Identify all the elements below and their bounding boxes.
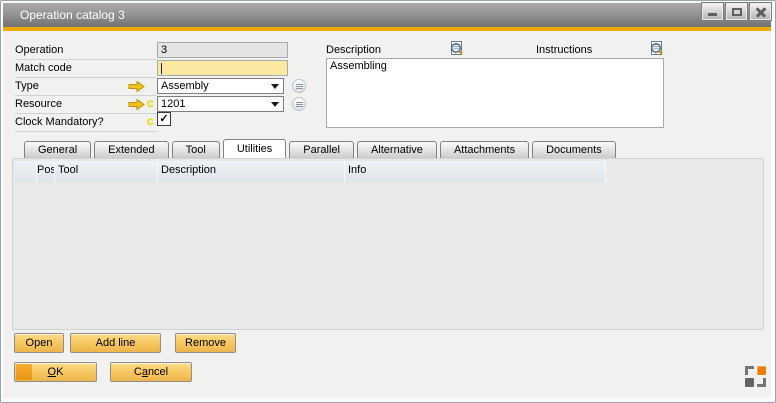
corner-bracket-top-left	[745, 366, 754, 375]
tab-documents[interactable]: Documents	[532, 141, 616, 158]
instructions-label: Instructions	[536, 44, 592, 56]
maximize-button[interactable]	[726, 3, 747, 20]
minimize-icon	[708, 13, 717, 16]
operation-catalog-window: Operation catalog 3 Operation Match code…	[0, 0, 776, 403]
clock-mandatory-label-row: Clock Mandatory?	[15, 114, 157, 132]
window-controls	[702, 3, 771, 20]
operation-input[interactable]	[157, 42, 288, 58]
description-preview-icon[interactable]	[448, 40, 465, 57]
resource-dropdown[interactable]: 1201	[157, 96, 284, 112]
column-header-info[interactable]: Info	[345, 161, 606, 182]
column-header-description[interactable]: Description	[158, 161, 345, 182]
tab-parallel[interactable]: Parallel	[289, 141, 354, 158]
clock-mandatory-label: Clock Mandatory?	[15, 116, 104, 128]
type-label: Type	[15, 80, 39, 92]
clock-mandatory-checkbox[interactable]: ✓	[157, 112, 171, 126]
tab-bar: General Extended Tool Utilities Parallel…	[24, 140, 616, 158]
chevron-down-icon	[271, 84, 279, 89]
column-header-tool[interactable]: Tool	[55, 161, 158, 182]
resource-label: Resource	[15, 98, 62, 110]
chevron-down-icon	[271, 102, 279, 107]
checkmark-icon: ✓	[159, 113, 168, 125]
description-textarea[interactable]: Assembling	[326, 58, 664, 128]
operation-label: Operation	[15, 44, 63, 56]
tab-alternative[interactable]: Alternative	[357, 141, 437, 158]
table-header-filler	[606, 161, 761, 182]
table-header-row: Pos Tool Description Info	[15, 161, 761, 182]
corner-bracket-bottom-right	[757, 378, 766, 387]
minimize-button[interactable]	[702, 3, 723, 20]
ok-button[interactable]: OK	[14, 362, 97, 382]
tab-tool[interactable]: Tool	[172, 141, 220, 158]
corner-dark-square	[745, 378, 754, 387]
ok-button-label: OK	[48, 366, 64, 378]
ok-button-default-marker	[16, 364, 32, 380]
add-line-button[interactable]: Add line	[70, 333, 161, 353]
type-choose-from-list-icon[interactable]	[292, 79, 306, 93]
match-code-input[interactable]	[157, 60, 288, 76]
form-settings-icon[interactable]	[745, 366, 766, 387]
operation-label-row: Operation	[15, 42, 157, 60]
remove-button[interactable]: Remove	[175, 333, 236, 353]
tab-utilities[interactable]: Utilities	[223, 139, 286, 158]
maximize-icon	[732, 8, 742, 16]
corner-orange-square	[757, 366, 766, 375]
text-caret	[161, 63, 162, 74]
open-button[interactable]: Open	[14, 333, 64, 353]
window-title: Operation catalog 3	[20, 3, 125, 27]
column-header-rownum[interactable]	[15, 161, 37, 182]
description-label: Description	[326, 44, 381, 56]
tab-extended[interactable]: Extended	[94, 141, 168, 158]
utilities-table: Pos Tool Description Info	[12, 158, 764, 330]
tab-general[interactable]: General	[24, 141, 91, 158]
resource-choose-from-list-icon[interactable]	[292, 97, 306, 111]
table-body-empty[interactable]	[15, 182, 761, 326]
type-dropdown[interactable]: Assembly	[157, 78, 284, 94]
column-header-pos[interactable]: Pos	[37, 161, 55, 182]
tab-attachments[interactable]: Attachments	[440, 141, 529, 158]
resource-dropdown-value: 1201	[161, 98, 185, 110]
resource-active-indicator-icon: C	[147, 99, 154, 109]
instructions-preview-icon[interactable]	[648, 40, 665, 57]
clock-active-indicator-icon: C	[147, 117, 154, 127]
close-button[interactable]	[750, 3, 771, 20]
match-code-label: Match code	[15, 62, 72, 74]
resource-link-arrow-icon[interactable]	[128, 99, 145, 110]
cancel-button-label: Cancel	[134, 366, 168, 378]
match-code-label-row: Match code	[15, 60, 157, 78]
type-link-arrow-icon[interactable]	[128, 81, 145, 92]
cancel-button[interactable]: Cancel	[110, 362, 192, 382]
title-bar[interactable]: Operation catalog 3	[3, 3, 771, 27]
type-dropdown-value: Assembly	[161, 80, 209, 92]
